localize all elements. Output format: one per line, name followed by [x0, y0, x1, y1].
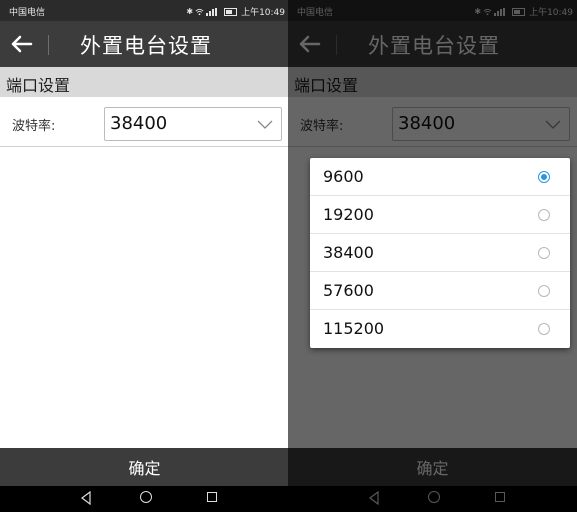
baud-rate-dialog: 9600 19200 38400 57600 115200	[310, 158, 570, 348]
option-label: 9600	[323, 167, 364, 186]
option-label: 19200	[323, 205, 374, 224]
baud-rate-label: 波特率:	[12, 119, 56, 134]
radio-button[interactable]	[538, 247, 550, 259]
radio-button[interactable]	[538, 171, 550, 183]
section-title: 端口设置	[6, 76, 71, 95]
status-icons: ✱ 上午10:49	[186, 5, 285, 18]
baud-rate-row: 波特率: 38400	[0, 100, 289, 147]
option-item[interactable]: 57600	[310, 272, 570, 310]
option-item[interactable]: 115200	[310, 310, 570, 348]
radio-button[interactable]	[538, 323, 550, 335]
confirm-button[interactable]: 确定	[0, 448, 289, 486]
page-title: 外置电台设置	[80, 34, 212, 58]
signal-icon	[206, 7, 218, 16]
nav-back-icon[interactable]	[80, 491, 92, 505]
chevron-down-icon	[257, 120, 273, 129]
baud-rate-select[interactable]: 38400	[104, 107, 282, 141]
nav-recents-icon[interactable]	[207, 492, 217, 502]
option-label: 38400	[323, 243, 374, 262]
status-time: 上午10:49	[241, 8, 285, 18]
back-button[interactable]	[4, 27, 38, 61]
nav-bar	[0, 486, 289, 512]
title-divider	[48, 35, 49, 55]
option-label: 115200	[323, 319, 385, 338]
option-label: 57600	[323, 281, 374, 300]
arrow-left-icon	[11, 35, 33, 53]
wifi-icon	[195, 8, 204, 15]
bluetooth-icon: ✱	[186, 7, 194, 16]
option-item[interactable]: 19200	[310, 196, 570, 234]
radio-button[interactable]	[538, 285, 550, 297]
carrier-label: 中国电信	[9, 8, 46, 18]
baud-rate-value: 38400	[110, 113, 168, 134]
radio-button[interactable]	[538, 209, 550, 221]
battery-icon	[224, 7, 238, 16]
screen-settings-dialog: 中国电信 ✱ 上午10:49 外置电台设置 端口设置 波特率: 38400 确定	[288, 0, 577, 512]
option-item[interactable]: 9600	[310, 158, 570, 196]
confirm-label: 确定	[128, 459, 161, 478]
status-bar: 中国电信 ✱ 上午10:49	[0, 0, 289, 21]
screen-settings: 中国电信 ✱ 上午10:49 外置电台设置 端口设置 波特率: 38400 确定	[0, 0, 289, 512]
option-item[interactable]: 38400	[310, 234, 570, 272]
app-bar: 外置电台设置	[0, 21, 289, 67]
nav-home-icon[interactable]	[140, 491, 152, 503]
section-header: 端口设置	[0, 67, 289, 97]
